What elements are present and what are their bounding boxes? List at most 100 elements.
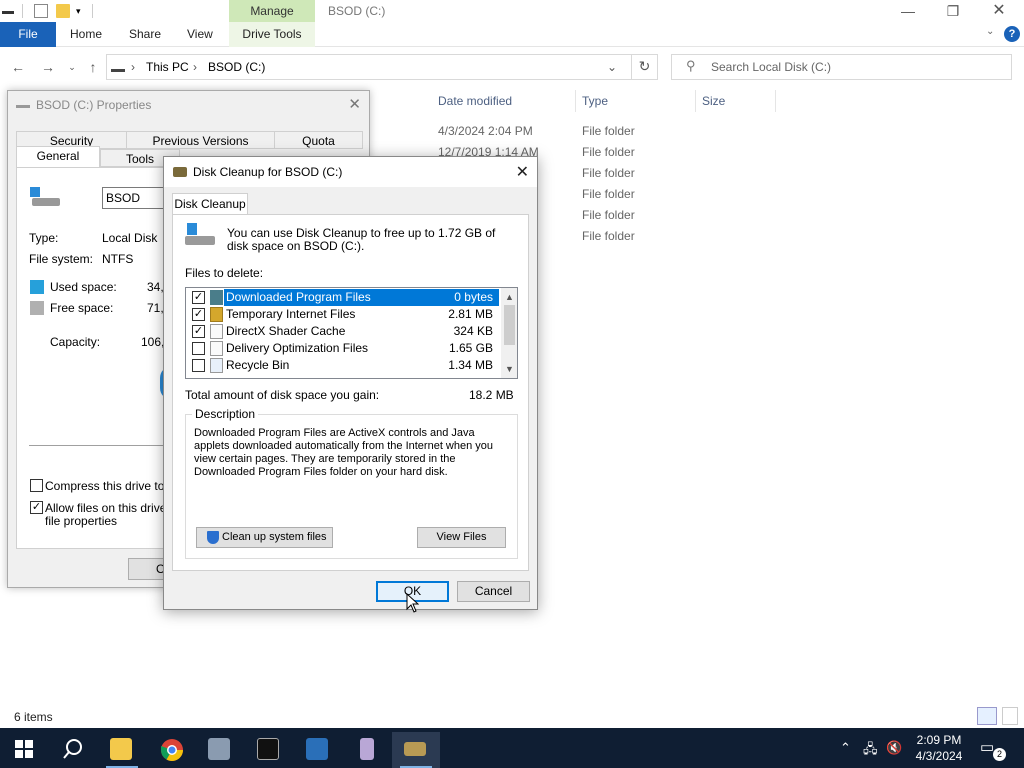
clock-time: 2:09 PM xyxy=(916,733,962,747)
powershell-icon[interactable] xyxy=(294,732,342,768)
list-item[interactable]: Recycle Bin 1.34 MB xyxy=(186,357,499,374)
list-item[interactable]: ✓ DirectX Shader Cache 324 KB xyxy=(186,323,499,340)
column-separator[interactable] xyxy=(695,90,696,112)
file-system-label: File system: xyxy=(29,252,94,266)
chevron-up-icon[interactable]: ▲ xyxy=(504,290,515,304)
address-bar[interactable]: › This PC › BSOD (C:) ⌄ xyxy=(106,54,658,80)
tab-disk-cleanup[interactable]: Disk Cleanup xyxy=(172,193,248,215)
file-name: Recycle Bin xyxy=(226,358,290,372)
compress-drive-checkbox[interactable] xyxy=(30,479,43,492)
chevron-down-icon[interactable]: ▼ xyxy=(504,362,515,376)
chevron-up-icon[interactable]: ⌃ xyxy=(840,740,851,756)
file-system-value: NTFS xyxy=(102,252,134,266)
address-dropdown-icon[interactable]: ⌄ xyxy=(607,60,617,74)
chrome-icon[interactable] xyxy=(148,732,196,768)
computer-management-icon[interactable] xyxy=(196,732,244,768)
used-space-label: Used space: xyxy=(50,280,117,294)
clock-date: 4/3/2024 xyxy=(915,749,963,763)
qat-dropdown-icon[interactable]: ▾ xyxy=(76,4,90,18)
file-name: Temporary Internet Files xyxy=(226,307,356,321)
mouse-cursor-icon xyxy=(406,593,419,613)
close-button[interactable]: ✕ xyxy=(979,2,1019,22)
search-icon: ⚲ xyxy=(686,58,696,73)
row-type: File folder xyxy=(582,187,635,201)
list-item[interactable]: Delivery Optimization Files 1.65 GB xyxy=(186,340,499,357)
volume-muted-icon[interactable]: 🔇 xyxy=(886,740,902,756)
file-checkbox[interactable]: ✓ xyxy=(192,291,205,304)
search-icon[interactable] xyxy=(48,732,96,768)
properties-icon[interactable] xyxy=(34,4,48,18)
list-item[interactable]: ✓ Temporary Internet Files 2.81 MB xyxy=(186,306,499,323)
taskbar-clock[interactable]: 2:09 PM 4/3/2024 xyxy=(912,732,966,764)
ribbon-tabs: File Home Share View Drive Tools xyxy=(0,22,1024,47)
recycle-bin-icon xyxy=(210,358,223,373)
help-icon[interactable]: ? xyxy=(1004,26,1020,42)
file-checkbox[interactable] xyxy=(192,342,205,355)
files-to-delete-list[interactable]: ✓ Downloaded Program Files 0 bytes ✓ Tem… xyxy=(185,287,518,379)
manage-tab[interactable]: Manage xyxy=(229,0,315,22)
navigation-bar: ← → ⌄ ↑ › This PC › BSOD (C:) ⌄ ↻ ⚲ Sear… xyxy=(0,50,1024,84)
breadcrumb-drive[interactable]: BSOD (C:) xyxy=(208,60,265,74)
tab-view[interactable]: View xyxy=(177,22,223,47)
properties-ok-button[interactable]: O xyxy=(128,558,168,580)
system-tool-icon[interactable] xyxy=(343,732,391,768)
file-name: DirectX Shader Cache xyxy=(226,324,346,338)
drive-icon xyxy=(111,62,125,72)
tab-file[interactable]: File xyxy=(0,22,56,47)
column-size[interactable]: Size xyxy=(702,94,725,108)
files-to-delete-label: Files to delete: xyxy=(185,266,264,280)
list-item[interactable]: ✓ Downloaded Program Files 0 bytes xyxy=(186,289,499,306)
tab-general[interactable]: General xyxy=(16,146,100,168)
chevron-down-icon[interactable]: ⌄ xyxy=(986,26,994,37)
column-date-modified[interactable]: Date modified xyxy=(438,94,512,108)
recent-locations-icon[interactable]: ⌄ xyxy=(62,58,82,76)
cleanup-intro-text: You can use Disk Cleanup to free up to 1… xyxy=(227,226,496,253)
list-scrollbar[interactable]: ▲ ▼ xyxy=(501,288,517,378)
capacity-value: 106, xyxy=(141,335,165,349)
notification-badge: 2 xyxy=(993,748,1006,761)
dialog-title-bar: Disk Cleanup for BSOD (C:) ✕ xyxy=(164,157,537,187)
column-type[interactable]: Type xyxy=(582,94,608,108)
breadcrumb-this-pc[interactable]: This PC xyxy=(146,60,189,74)
new-folder-icon[interactable] xyxy=(56,4,70,18)
scrollbar-thumb[interactable] xyxy=(504,305,515,345)
close-icon[interactable]: ✕ xyxy=(348,95,361,113)
file-checkbox[interactable]: ✓ xyxy=(192,325,205,338)
disk-cleanup-taskbar-icon[interactable] xyxy=(392,732,440,768)
details-view-icon[interactable] xyxy=(977,707,997,725)
file-icon xyxy=(210,341,223,356)
file-name: Delivery Optimization Files xyxy=(226,341,369,355)
tab-home[interactable]: Home xyxy=(60,22,112,47)
close-icon[interactable]: ✕ xyxy=(516,162,529,182)
file-explorer-taskbar-icon[interactable] xyxy=(98,732,146,768)
back-arrow-icon[interactable]: ← xyxy=(8,58,28,76)
large-icons-view-icon[interactable] xyxy=(1002,707,1018,725)
index-files-checkbox[interactable]: ✓ xyxy=(30,501,43,514)
refresh-icon[interactable]: ↻ xyxy=(631,54,657,80)
file-size: 0 bytes xyxy=(454,290,493,304)
chevron-right-icon[interactable]: › xyxy=(193,60,197,74)
column-separator[interactable] xyxy=(775,90,776,112)
cancel-button[interactable]: Cancel xyxy=(457,581,530,602)
view-files-button[interactable]: View Files xyxy=(417,527,506,548)
search-box[interactable]: ⚲ Search Local Disk (C:) xyxy=(671,54,1012,80)
tab-drive-tools[interactable]: Drive Tools xyxy=(229,22,315,47)
chevron-right-icon[interactable]: › xyxy=(131,60,135,74)
used-space-value: 34, xyxy=(147,280,164,294)
clean-up-system-files-button[interactable]: Clean up system files xyxy=(196,527,333,548)
forward-arrow-icon[interactable]: → xyxy=(38,58,58,76)
drive-name-field[interactable]: BSOD xyxy=(102,187,172,209)
start-button[interactable] xyxy=(0,732,48,768)
tab-share[interactable]: Share xyxy=(119,22,171,47)
command-prompt-icon[interactable] xyxy=(245,732,293,768)
tab-quota[interactable]: Quota xyxy=(274,131,363,149)
file-checkbox[interactable] xyxy=(192,359,205,372)
network-icon[interactable]: 🖧 xyxy=(863,740,878,762)
tab-previous-versions[interactable]: Previous Versions xyxy=(126,131,275,149)
up-arrow-icon[interactable]: ↑ xyxy=(83,58,103,76)
minimize-button[interactable]: — xyxy=(888,2,928,22)
file-checkbox[interactable]: ✓ xyxy=(192,308,205,321)
column-separator[interactable] xyxy=(575,90,576,112)
row-date: 4/3/2024 2:04 PM xyxy=(438,124,533,138)
maximize-button[interactable]: ❐ xyxy=(933,2,973,22)
